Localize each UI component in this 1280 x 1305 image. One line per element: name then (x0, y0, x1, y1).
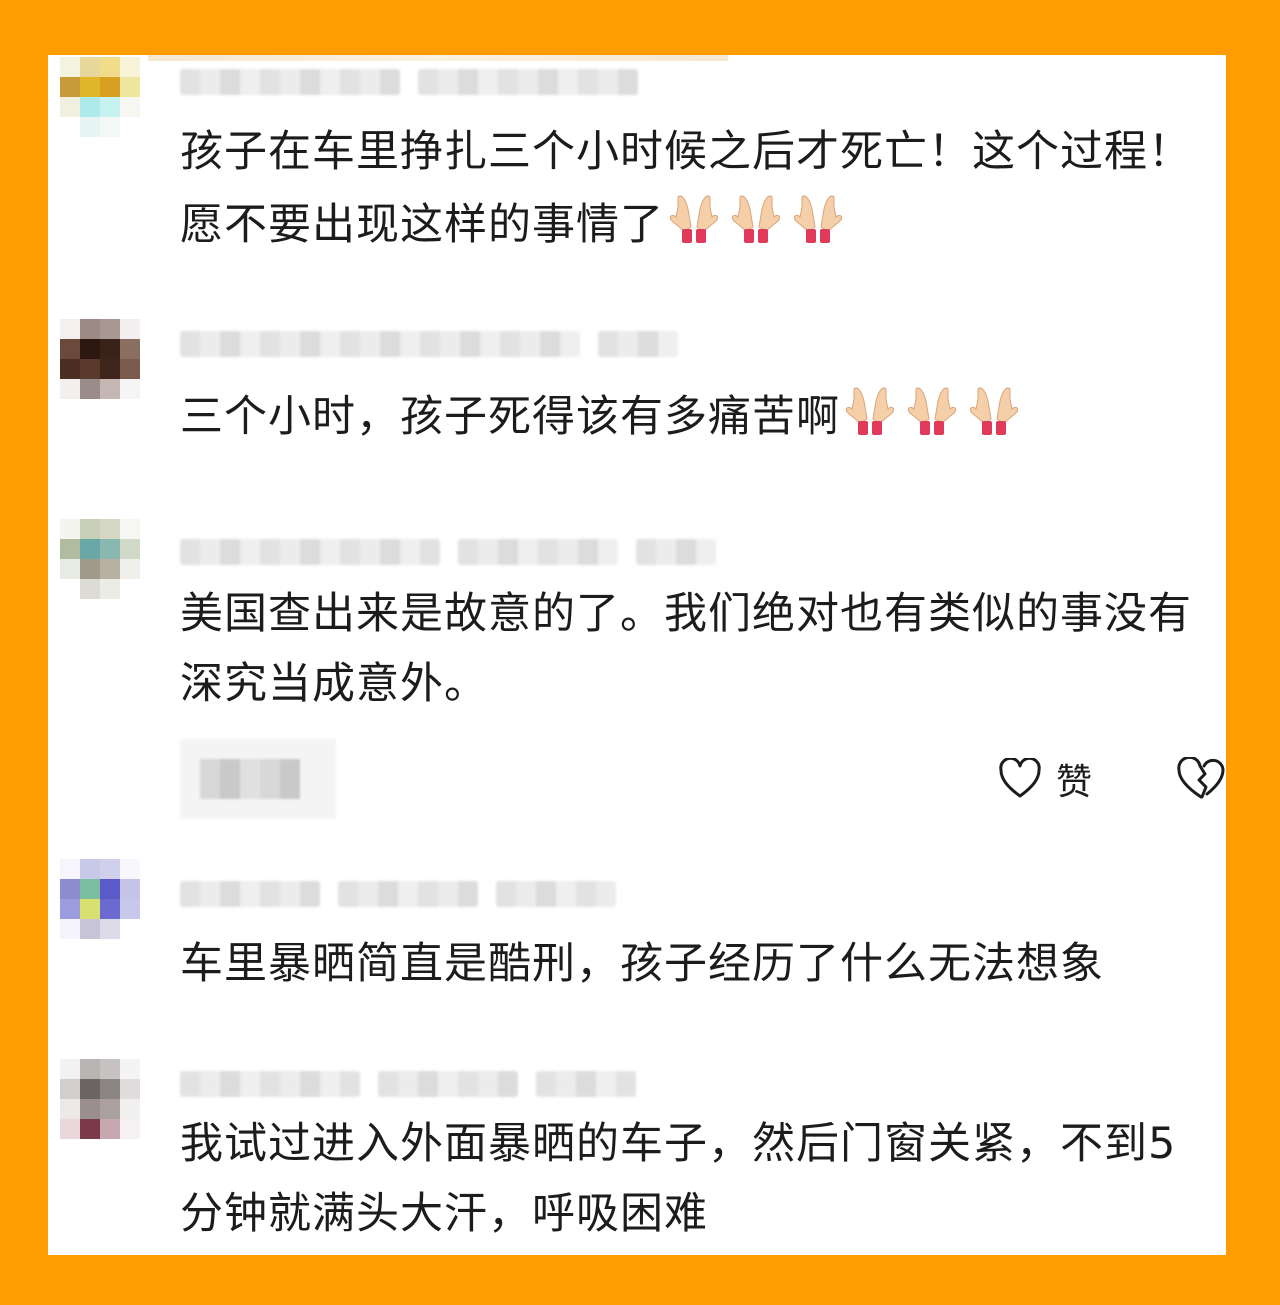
username-redacted[interactable] (180, 67, 638, 97)
username-redacted[interactable] (180, 329, 678, 359)
username-redacted[interactable] (180, 537, 716, 567)
broken-heart-icon[interactable] (1176, 757, 1226, 801)
folded-hands-emoji (664, 187, 850, 260)
like-button[interactable]: 赞 (998, 754, 1092, 804)
top-edge-fade (148, 55, 728, 61)
comment-text: 美国查出来是故意的了。我们绝对也有类似的事没有深究当成意外。 (180, 589, 1192, 709)
heart-outline-icon (999, 758, 1041, 798)
user-avatar[interactable] (60, 1059, 140, 1139)
folded-hands-emoji (840, 379, 1026, 452)
user-avatar[interactable] (60, 319, 140, 399)
user-avatar[interactable] (60, 519, 140, 599)
comment-text: 孩子在车里挣扎三个小时候之后才死亡！这个过程！愿不要出现这样的事情了 (180, 117, 1210, 260)
username-redacted[interactable] (180, 879, 616, 909)
username-redacted[interactable] (180, 1069, 636, 1099)
user-avatar[interactable] (60, 859, 140, 939)
comment-text: 我试过进入外面暴晒的车子，然后门窗关紧，不到5分钟就满头大汗，呼吸困难 (180, 1119, 1177, 1239)
comment-list: 孩子在车里挣扎三个小时候之后才死亡！这个过程！愿不要出现这样的事情了 三个小时，… (48, 55, 1226, 1255)
reply-count-redacted[interactable] (180, 739, 336, 819)
user-avatar[interactable] (60, 57, 140, 137)
comment-text: 车里暴晒简直是酷刑，孩子经历了什么无法想象 (180, 939, 1104, 989)
like-label: 赞 (1056, 762, 1093, 803)
comment-text: 三个小时，孩子死得该有多痛苦啊 (180, 379, 1210, 452)
